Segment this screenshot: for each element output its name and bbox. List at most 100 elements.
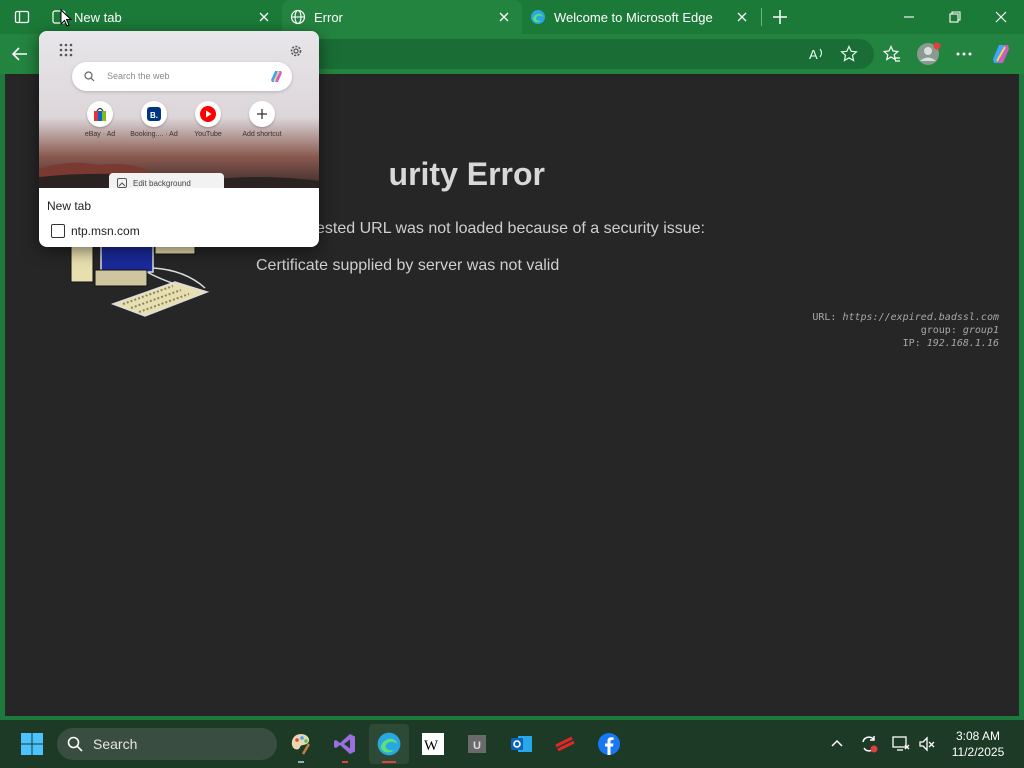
taskbar-app-wikipedia[interactable]: W <box>413 724 453 764</box>
visual-studio-icon <box>334 734 355 754</box>
back-button[interactable] <box>6 40 34 68</box>
meta-group-line: group: group1 <box>920 325 999 336</box>
shortcut-booking[interactable]: B. Booking.... · Ad <box>129 101 179 138</box>
running-indicator <box>382 761 396 763</box>
close-tab-icon[interactable] <box>256 9 272 25</box>
image-edit-icon <box>117 178 127 188</box>
tab-title: Welcome to Microsoft Edge <box>554 9 713 25</box>
tab-error[interactable]: Error <box>282 0 522 34</box>
taskbar-app-edge[interactable] <box>369 724 409 764</box>
show-hidden-icons-button[interactable] <box>825 732 849 756</box>
page-icon <box>51 224 65 238</box>
taskbar-search-label: Search <box>93 736 138 752</box>
apps-grid-button[interactable] <box>59 43 73 57</box>
taskbar-clock[interactable]: 3:08 AM 11/2/2025 <box>944 728 1012 760</box>
close-window-button[interactable] <box>979 0 1023 34</box>
preview-url: ntp.msn.com <box>71 224 140 238</box>
copilot-icon <box>993 45 1009 63</box>
minimize-button[interactable] <box>887 0 931 34</box>
back-arrow-icon <box>11 47 27 61</box>
red-stripes-icon <box>555 736 575 752</box>
youtube-icon <box>200 106 216 122</box>
preview-search-box[interactable]: Search the web <box>72 62 292 91</box>
start-button[interactable] <box>12 724 52 764</box>
favorites-button[interactable] <box>880 42 904 66</box>
close-icon <box>995 11 1007 23</box>
taskbar-app-facebook[interactable] <box>589 724 629 764</box>
taskbar-app-u[interactable]: U <box>457 724 497 764</box>
taskbar-app-visual-studio[interactable] <box>325 724 365 764</box>
copilot-icon <box>271 71 282 82</box>
tab-hover-preview[interactable]: Search the web eBay · Ad B. Booking.... … <box>39 31 319 247</box>
outlook-icon <box>511 736 532 752</box>
u-app-icon: U <box>468 735 486 753</box>
shortcut-add[interactable]: Add shortcut <box>237 101 287 138</box>
restore-button[interactable] <box>933 0 977 34</box>
computer-illustration <box>70 242 210 317</box>
svg-text:A: A <box>809 47 818 62</box>
address-bar[interactable]: A <box>300 39 874 69</box>
shortcut-youtube[interactable]: YouTube <box>183 101 233 138</box>
tray-sync[interactable] <box>857 732 881 756</box>
taskbar-app-paint[interactable] <box>281 724 321 764</box>
edge-logo-icon <box>531 10 545 24</box>
preview-title: New tab <box>47 199 92 213</box>
taskbar-app-outlook[interactable] <box>501 724 541 764</box>
meta-url-line: URL: https://expired.badssl.com <box>812 312 999 323</box>
search-placeholder: Search the web <box>107 71 170 81</box>
meta-url-value[interactable]: https://expired.badssl.com <box>842 312 999 323</box>
new-tab-button[interactable] <box>758 0 802 34</box>
tray-network[interactable] <box>889 732 913 756</box>
favorite-button[interactable] <box>840 45 858 63</box>
shortcut-ebay[interactable]: eBay · Ad <box>75 101 125 138</box>
more-dots-icon <box>956 52 972 56</box>
edge-logo-icon <box>377 732 401 756</box>
gear-icon <box>290 45 302 57</box>
clock-time: 3:08 AM <box>955 729 1001 743</box>
preview-thumbnail: Search the web eBay · Ad B. Booking.... … <box>39 31 319 188</box>
copilot-button[interactable] <box>988 41 1014 67</box>
svg-text:W: W <box>424 738 439 754</box>
ebay-bag-icon <box>94 107 106 121</box>
close-tab-icon[interactable] <box>496 9 512 25</box>
favorites-icon <box>883 45 900 62</box>
taskbar-search[interactable]: Search <box>57 728 277 760</box>
chevron-up-icon <box>831 739 843 747</box>
mouse-cursor-icon <box>60 9 72 27</box>
search-icon <box>84 71 95 82</box>
close-tab-icon[interactable] <box>734 9 750 25</box>
page-settings-button[interactable] <box>289 44 303 58</box>
tab-actions-icon <box>14 10 30 24</box>
apps-grid-icon <box>59 43 73 57</box>
sidebar-toggle-button[interactable] <box>0 0 44 34</box>
error-description: ested URL was not loaded because of a se… <box>316 220 705 237</box>
paint-palette-icon <box>291 734 311 755</box>
tab-welcome-edge[interactable]: Welcome to Microsoft Edge <box>522 0 760 34</box>
error-detail: Certificate supplied by server was not v… <box>256 257 560 274</box>
settings-more-button[interactable] <box>952 42 976 66</box>
plus-icon <box>773 10 787 24</box>
edit-background-button[interactable]: Edit background <box>109 173 224 188</box>
error-meta: URL: https://expired.badssl.com group: g… <box>812 311 999 350</box>
svg-text:U: U <box>473 740 481 752</box>
globe-icon <box>290 9 306 25</box>
read-aloud-button[interactable]: A <box>808 45 826 63</box>
restore-icon <box>949 11 961 23</box>
facebook-icon <box>598 733 620 755</box>
read-aloud-icon: A <box>809 47 823 62</box>
svg-text:B.: B. <box>150 111 158 120</box>
profile-button[interactable] <box>916 41 942 67</box>
running-indicator <box>298 761 304 763</box>
windows-logo-icon <box>21 733 43 755</box>
sync-icon <box>862 736 878 753</box>
volume-muted-icon <box>919 736 935 752</box>
minimize-icon <box>904 16 914 18</box>
network-monitor-icon <box>892 736 910 751</box>
tab-title: Error <box>314 9 343 25</box>
tab-title: New tab <box>74 9 122 25</box>
running-indicator <box>342 761 348 763</box>
tab-new-tab[interactable]: New tab <box>40 0 282 34</box>
tray-volume[interactable] <box>915 732 939 756</box>
taskbar-app-red[interactable] <box>545 724 585 764</box>
search-icon <box>67 736 83 752</box>
